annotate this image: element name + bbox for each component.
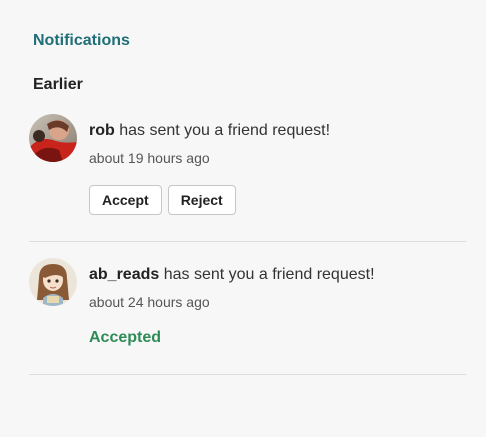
accept-button[interactable]: Accept bbox=[89, 185, 162, 215]
message-text: has sent you a friend request! bbox=[159, 266, 375, 283]
message-text: has sent you a friend request! bbox=[114, 122, 331, 139]
notification-item: rob has sent you a friend request! about… bbox=[29, 114, 466, 242]
avatar[interactable] bbox=[29, 258, 77, 306]
status-accepted: Accepted bbox=[89, 329, 162, 346]
username[interactable]: ab_reads bbox=[89, 266, 159, 283]
section-heading-earlier: Earlier bbox=[33, 76, 83, 93]
page-title: Notifications bbox=[33, 32, 130, 49]
username[interactable]: rob bbox=[89, 122, 115, 139]
friend-request-actions: Accept Reject bbox=[89, 185, 236, 215]
notifications-page: Notifications Earlier rob has sent you a… bbox=[0, 0, 486, 437]
notification-item: ab_reads has sent you a friend request! … bbox=[29, 258, 466, 375]
reject-button[interactable]: Reject bbox=[167, 185, 236, 215]
timestamp: about 19 hours ago bbox=[89, 150, 210, 166]
notification-message: ab_reads has sent you a friend request! bbox=[89, 266, 375, 284]
notification-message: rob has sent you a friend request! bbox=[89, 122, 330, 140]
timestamp: about 24 hours ago bbox=[89, 294, 210, 310]
avatar[interactable] bbox=[29, 114, 77, 162]
